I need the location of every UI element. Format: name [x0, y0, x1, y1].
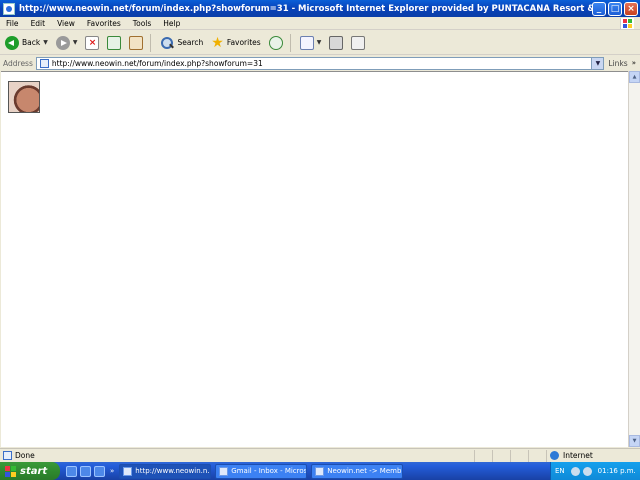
address-label: Address — [3, 58, 33, 68]
vertical-scrollbar[interactable]: ▲ ▼ — [628, 71, 640, 447]
favorites-button[interactable]: ★ Favorites — [208, 33, 263, 53]
forward-button[interactable]: ▼ — [53, 33, 81, 53]
toolbar: Back ▼ ▼ × Search ★ Favorites ▼ — [0, 31, 640, 55]
ie-quicklaunch-icon[interactable] — [66, 465, 77, 477]
back-button[interactable]: Back ▼ — [2, 33, 51, 53]
home-icon — [129, 35, 144, 50]
edit-icon — [351, 35, 366, 50]
favorites-label: Favorites — [226, 38, 261, 47]
quicklaunch-more[interactable]: » — [110, 467, 114, 475]
search-icon — [160, 36, 174, 50]
windows-flag-icon — [5, 465, 16, 477]
forward-dropdown-icon[interactable]: ▼ — [73, 39, 78, 46]
clock[interactable]: 01:16 p.m. — [598, 467, 636, 475]
task-gmail[interactable]: Gmail - Inbox - Micros... — [215, 463, 308, 479]
back-dropdown-icon[interactable]: ▼ — [43, 39, 48, 46]
address-bar: Address http://www.neowin.net/forum/inde… — [0, 56, 640, 70]
menu-help[interactable]: Help — [157, 19, 186, 28]
forward-arrow-icon — [55, 35, 70, 50]
media-icon — [268, 35, 283, 50]
refresh-button[interactable] — [104, 33, 124, 53]
ie-icon[interactable] — [3, 2, 15, 15]
address-input[interactable]: http://www.neowin.net/forum/index.php?sh… — [35, 56, 605, 70]
zone-label: Internet — [563, 451, 593, 460]
task-label: http://www.neowin.n... — [135, 467, 212, 475]
minimize-button[interactable]: _ — [592, 1, 606, 16]
ie-task-icon — [219, 466, 229, 476]
status-cell — [528, 449, 546, 462]
mail-button[interactable]: ▼ — [297, 33, 325, 53]
volume-icon[interactable] — [582, 466, 592, 476]
task-neowin-members[interactable]: Neowin.net -> Memb... — [311, 463, 404, 479]
address-dropdown-icon[interactable]: ▼ — [591, 57, 604, 69]
edit-button[interactable] — [348, 33, 368, 53]
page-icon — [39, 58, 49, 68]
status-text: Done — [15, 451, 35, 460]
printer-icon — [329, 35, 344, 50]
menu-view[interactable]: View — [51, 19, 81, 28]
home-button[interactable] — [126, 33, 146, 53]
ie-task-icon — [123, 466, 133, 476]
status-cell — [510, 449, 528, 462]
menu-edit[interactable]: Edit — [25, 19, 52, 28]
status-cell — [474, 449, 492, 462]
avatar-image[interactable] — [8, 81, 40, 113]
windows-logo-icon — [620, 18, 634, 29]
task-label: Neowin.net -> Memb... — [327, 467, 404, 475]
close-button[interactable]: × — [624, 1, 638, 16]
page-status-icon — [3, 451, 12, 460]
menu-bar: File Edit View Favorites Tools Help — [0, 17, 640, 30]
start-label: start — [20, 465, 48, 477]
menu-tools[interactable]: Tools — [127, 19, 157, 28]
page-content — [1, 71, 628, 447]
search-label: Search — [177, 38, 204, 47]
stop-button[interactable]: × — [82, 33, 102, 53]
stop-icon: × — [85, 35, 100, 50]
status-cell — [492, 449, 510, 462]
scroll-up-icon[interactable]: ▲ — [629, 71, 640, 83]
task-ie-neowin[interactable]: http://www.neowin.n... — [119, 463, 212, 479]
print-button[interactable] — [326, 33, 346, 53]
ie-task-icon — [315, 466, 325, 476]
media-quicklaunch-icon[interactable] — [94, 465, 105, 477]
scroll-down-icon[interactable]: ▼ — [629, 435, 640, 447]
maximize-button[interactable]: □ — [608, 1, 622, 16]
favorites-star-icon: ★ — [211, 34, 224, 51]
language-indicator[interactable]: EN — [555, 467, 565, 475]
window-title: http://www.neowin.net/forum/index.php?sh… — [19, 3, 592, 14]
title-bar: http://www.neowin.net/forum/index.php?sh… — [0, 0, 640, 17]
taskbar: start » http://www.neowin.n... Gmail - I… — [0, 462, 640, 480]
address-url[interactable]: http://www.neowin.net/forum/index.php?sh… — [52, 59, 592, 68]
system-tray: EN 01:16 p.m. — [550, 462, 640, 480]
toolbar-separator — [150, 33, 152, 52]
links-chevron-icon[interactable]: » — [632, 59, 636, 67]
toolbar-separator — [289, 33, 291, 52]
globe-icon — [550, 451, 559, 460]
quick-launch: » — [66, 465, 119, 477]
start-button[interactable]: start — [0, 462, 60, 480]
refresh-icon — [107, 35, 122, 50]
network-icon[interactable] — [570, 466, 580, 476]
task-label: Gmail - Inbox - Micros... — [231, 467, 308, 475]
back-label: Back — [22, 38, 41, 47]
status-bar: Done Internet — [0, 448, 640, 462]
back-arrow-icon — [5, 35, 19, 50]
media-button[interactable] — [266, 33, 286, 53]
menu-favorites[interactable]: Favorites — [81, 19, 127, 28]
links-button[interactable]: Links — [604, 59, 631, 68]
search-button[interactable]: Search — [157, 33, 206, 53]
mail-icon — [299, 35, 314, 50]
menu-file[interactable]: File — [0, 19, 25, 28]
mail-dropdown-icon[interactable]: ▼ — [317, 39, 322, 46]
security-zone: Internet — [546, 449, 640, 462]
desktop-quicklaunch-icon[interactable] — [80, 465, 91, 477]
